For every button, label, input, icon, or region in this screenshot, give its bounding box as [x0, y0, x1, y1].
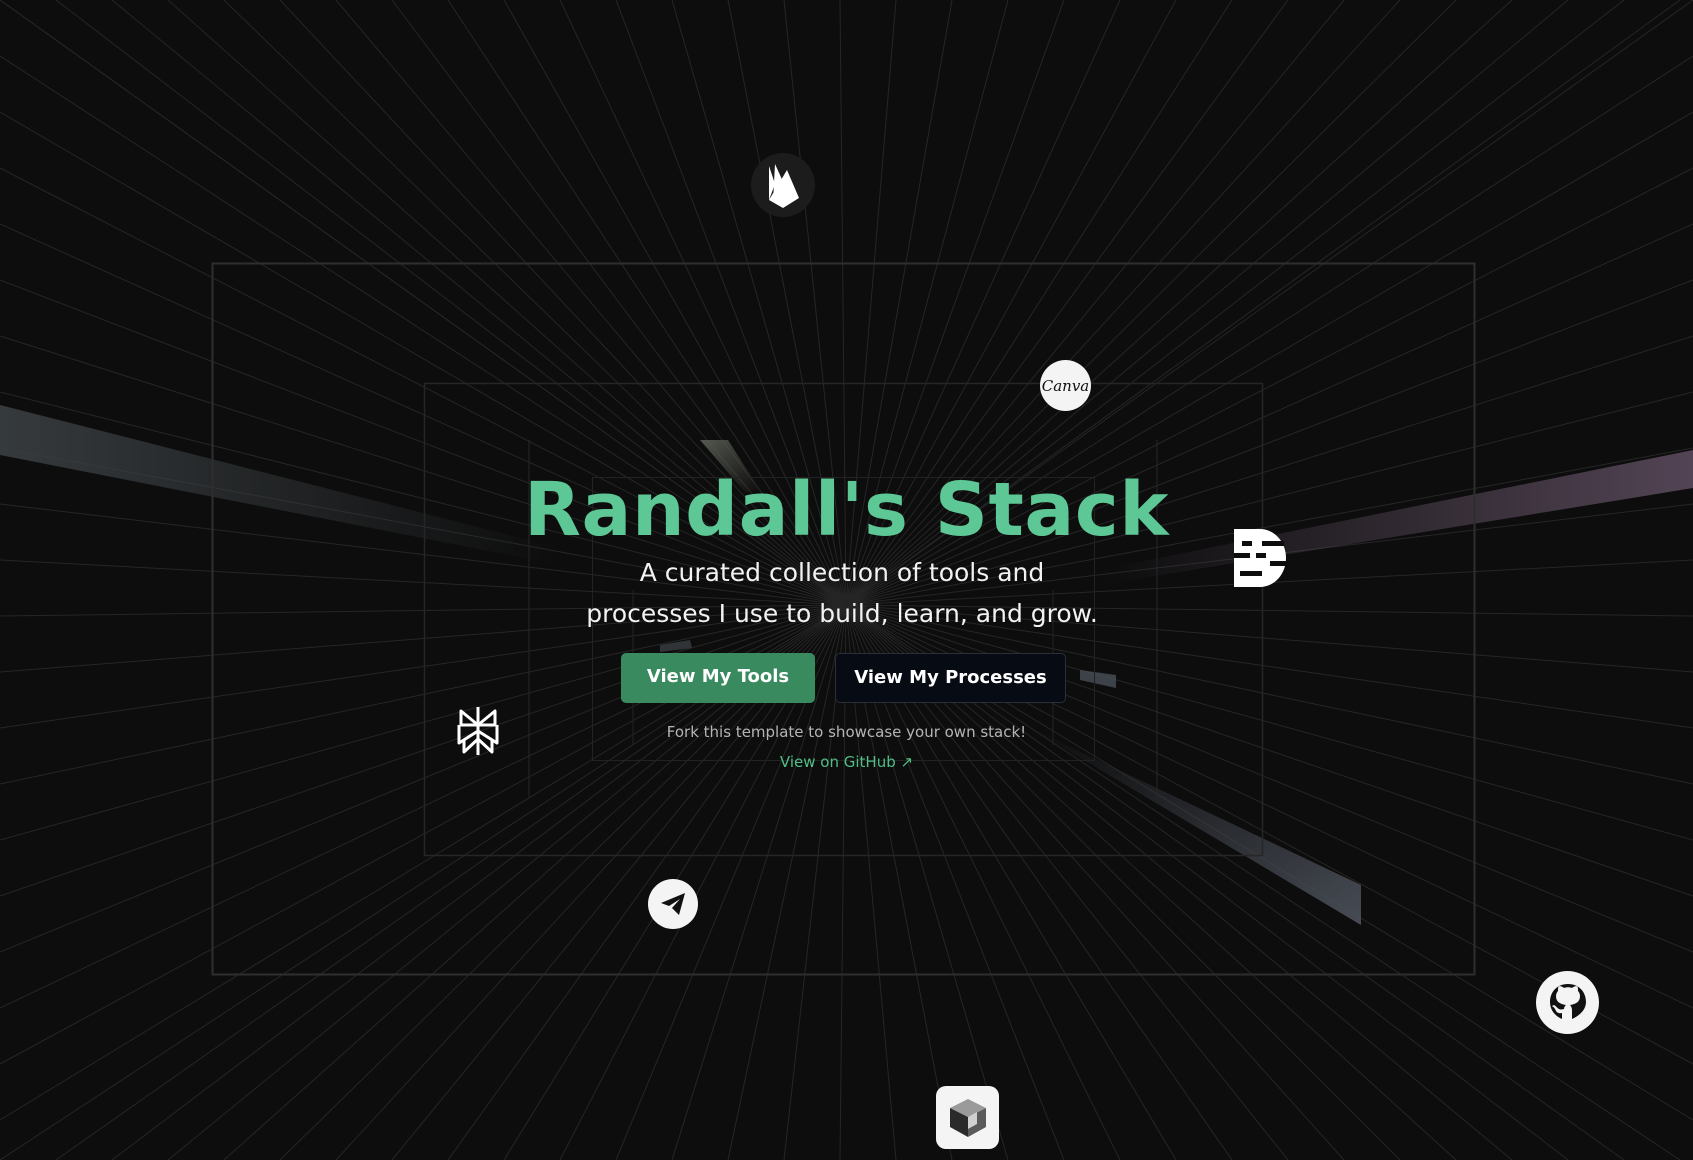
deepseek-icon — [1232, 527, 1286, 589]
fork-note: Fork this template to showcase your own … — [666, 723, 1027, 741]
canva-wordmark: Canva — [1041, 376, 1090, 395]
github-icon — [1536, 971, 1599, 1034]
light-beam-small-left — [660, 640, 692, 652]
view-processes-button[interactable]: View My Processes — [835, 653, 1066, 703]
canva-icon: Canva — [1040, 360, 1091, 411]
light-beam-small — [1080, 670, 1116, 688]
telegram-icon — [648, 879, 698, 929]
cube-icon — [936, 1086, 999, 1149]
perplexity-icon — [454, 705, 502, 757]
github-link-label[interactable]: View on GitHub ↗ — [780, 753, 913, 771]
view-on-github-link[interactable]: View on GitHub ↗ — [0, 753, 1693, 771]
perspective-line — [0, 604, 847, 897]
firebase-icon — [751, 153, 815, 217]
hero-subtitle: A curated collection of tools and proces… — [586, 558, 1098, 628]
page-title: Randall's Stack — [524, 467, 1169, 553]
view-tools-button[interactable]: View My Tools — [621, 653, 815, 703]
landing-stage: Randall's Stack A curated collection of … — [0, 0, 1693, 1160]
